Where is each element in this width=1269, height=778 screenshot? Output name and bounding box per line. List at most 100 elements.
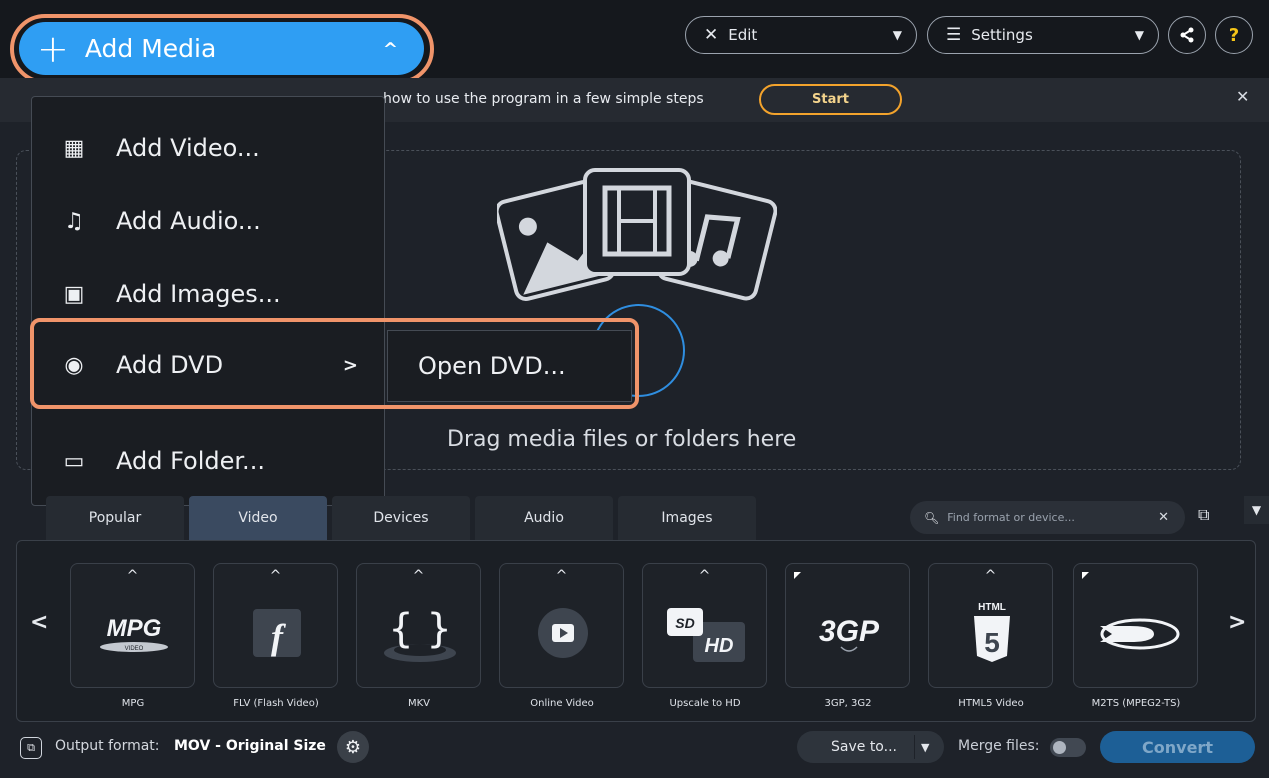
help-label: ? — [1228, 24, 1240, 46]
tile-label: Upscale to HD — [669, 698, 741, 709]
tab-video[interactable]: Video — [189, 496, 327, 540]
format-tile-mkv[interactable]: ^ { } — [356, 563, 481, 688]
divider — [914, 735, 915, 759]
chevron-up-icon: ^ — [126, 568, 139, 584]
find-format-icon[interactable]: ⧉ — [1198, 505, 1220, 527]
merge-files-label: Merge files: — [958, 738, 1040, 754]
share-button[interactable] — [1168, 16, 1206, 54]
tile-label: FLV (Flash Video) — [233, 698, 319, 709]
tab-label: Audio — [524, 510, 564, 526]
folder-icon: ▭ — [63, 448, 85, 474]
app-window: + Add Media ^ ✕ Edit ▼ ☰ Settings ▼ ? ho… — [0, 0, 1269, 778]
svg-text:HTML: HTML — [978, 602, 1006, 613]
scroll-right-icon[interactable]: > — [1228, 610, 1246, 635]
svg-text:VIDEO: VIDEO — [124, 646, 143, 652]
add-dvd-highlight — [30, 318, 639, 409]
svg-text:3GP: 3GP — [818, 615, 879, 648]
add-media-button[interactable]: + Add Media ^ — [19, 22, 424, 75]
tab-popular[interactable]: Popular — [46, 496, 184, 540]
tile-label: 3GP, 3G2 — [824, 698, 872, 709]
tab-label: Video — [238, 510, 278, 526]
format-tile-m2ts[interactable] — [1073, 563, 1198, 688]
settings-button[interactable]: ☰ Settings ▼ — [927, 16, 1159, 54]
sd-hd-icon: HD SD — [643, 588, 768, 678]
play-button-icon — [500, 588, 625, 678]
svg-text:HD: HD — [704, 635, 733, 657]
tab-label: Devices — [373, 510, 429, 526]
tools-icon: ✕ — [704, 25, 719, 45]
corner-marker-icon — [794, 572, 801, 579]
tile-label: Online Video — [530, 698, 594, 709]
svg-text:{ }: { } — [388, 606, 452, 652]
chevron-up-icon: ^ — [382, 39, 398, 60]
start-button[interactable]: Start — [759, 84, 902, 115]
format-tiles-area — [16, 540, 1256, 722]
edit-button[interactable]: ✕ Edit ▼ — [685, 16, 917, 54]
convert-button[interactable]: Convert — [1100, 731, 1255, 763]
sliders-icon: ☰ — [946, 25, 962, 45]
mpg-logo-icon: MPG VIDEO — [71, 588, 196, 678]
search-placeholder: Find format or device... — [947, 511, 1075, 524]
share-icon — [1180, 27, 1194, 43]
format-tile-upscale-hd[interactable]: ^ HD SD — [642, 563, 767, 688]
menu-item-add-images[interactable]: ▣ Add Images... — [32, 265, 386, 323]
3gp-logo-icon: 3GP — [786, 588, 911, 678]
chevron-up-icon: ^ — [698, 568, 711, 584]
add-media-label: Add Media — [84, 34, 217, 63]
chevron-down-icon: ▼ — [1134, 28, 1144, 42]
corner-marker-icon — [1082, 572, 1089, 579]
tab-audio[interactable]: Audio — [475, 496, 613, 540]
film-strip-icon: ▦ — [63, 135, 85, 161]
save-to-button[interactable]: Save to... ▼ — [797, 731, 944, 763]
mkv-logo-icon: { } — [357, 588, 482, 678]
menu-item-add-folder[interactable]: ▭ Add Folder... — [32, 432, 386, 490]
format-tile-online-video[interactable]: ^ — [499, 563, 624, 688]
chevron-up-icon: ^ — [412, 568, 425, 584]
media-illustration-icon — [497, 168, 777, 301]
chevron-down-icon: ▼ — [892, 28, 902, 42]
svg-text:SD: SD — [675, 615, 694, 631]
output-format-label: Output format: — [55, 738, 160, 754]
menu-item-label: Add Audio... — [116, 207, 261, 235]
output-format-icon[interactable]: ⧉ — [20, 737, 42, 759]
html5-logo-icon: HTML 5 — [929, 588, 1054, 678]
format-tile-mpg[interactable]: ^ MPG VIDEO — [70, 563, 195, 688]
hint-text: how to use the program in a few simple s… — [383, 91, 704, 107]
tab-images[interactable]: Images — [618, 496, 756, 540]
chevron-down-icon[interactable]: ▼ — [921, 741, 929, 754]
menu-item-label: Add Video... — [116, 134, 260, 162]
add-media-menu: ▦ Add Video... ♫ Add Audio... ▣ Add Imag… — [31, 96, 385, 506]
menu-item-add-audio[interactable]: ♫ Add Audio... — [32, 192, 386, 250]
chevron-up-icon: ^ — [984, 568, 997, 584]
save-to-label: Save to... — [831, 739, 897, 755]
chevron-up-icon: ^ — [555, 568, 568, 584]
merge-files-toggle[interactable] — [1050, 738, 1086, 757]
chevron-up-icon: ^ — [269, 568, 282, 584]
flash-logo-icon: f — [214, 588, 339, 678]
settings-label: Settings — [971, 26, 1033, 44]
format-tile-html5[interactable]: ^ HTML 5 — [928, 563, 1053, 688]
format-tile-flv[interactable]: ^ f — [213, 563, 338, 688]
help-button[interactable]: ? — [1215, 16, 1253, 54]
output-format-value[interactable]: MOV - Original Size — [174, 738, 326, 754]
tab-devices[interactable]: Devices — [332, 496, 470, 540]
svg-text:MPG: MPG — [106, 615, 161, 642]
gear-icon[interactable]: ⚙ — [337, 731, 369, 763]
format-search-input[interactable]: 🔍︎ Find format or device... ✕ — [910, 501, 1185, 534]
close-icon[interactable]: ✕ — [1236, 87, 1249, 106]
convert-label: Convert — [1142, 737, 1213, 757]
search-icon: 🔍︎ — [924, 510, 940, 525]
plus-icon: + — [37, 26, 69, 71]
toggle-knob — [1053, 741, 1066, 754]
edit-label: Edit — [728, 26, 758, 44]
scroll-left-icon[interactable]: < — [30, 610, 48, 635]
start-label: Start — [812, 92, 849, 107]
tile-label: HTML5 Video — [958, 698, 1024, 709]
menu-item-label: Add Images... — [116, 280, 281, 308]
bluray-logo-icon — [1074, 588, 1199, 678]
tile-label: MKV — [407, 698, 431, 709]
clear-search-icon[interactable]: ✕ — [1158, 510, 1169, 525]
collapse-panel-icon[interactable]: ▼ — [1244, 496, 1269, 524]
format-tile-3gp[interactable]: 3GP — [785, 563, 910, 688]
menu-item-add-video[interactable]: ▦ Add Video... — [32, 119, 386, 177]
